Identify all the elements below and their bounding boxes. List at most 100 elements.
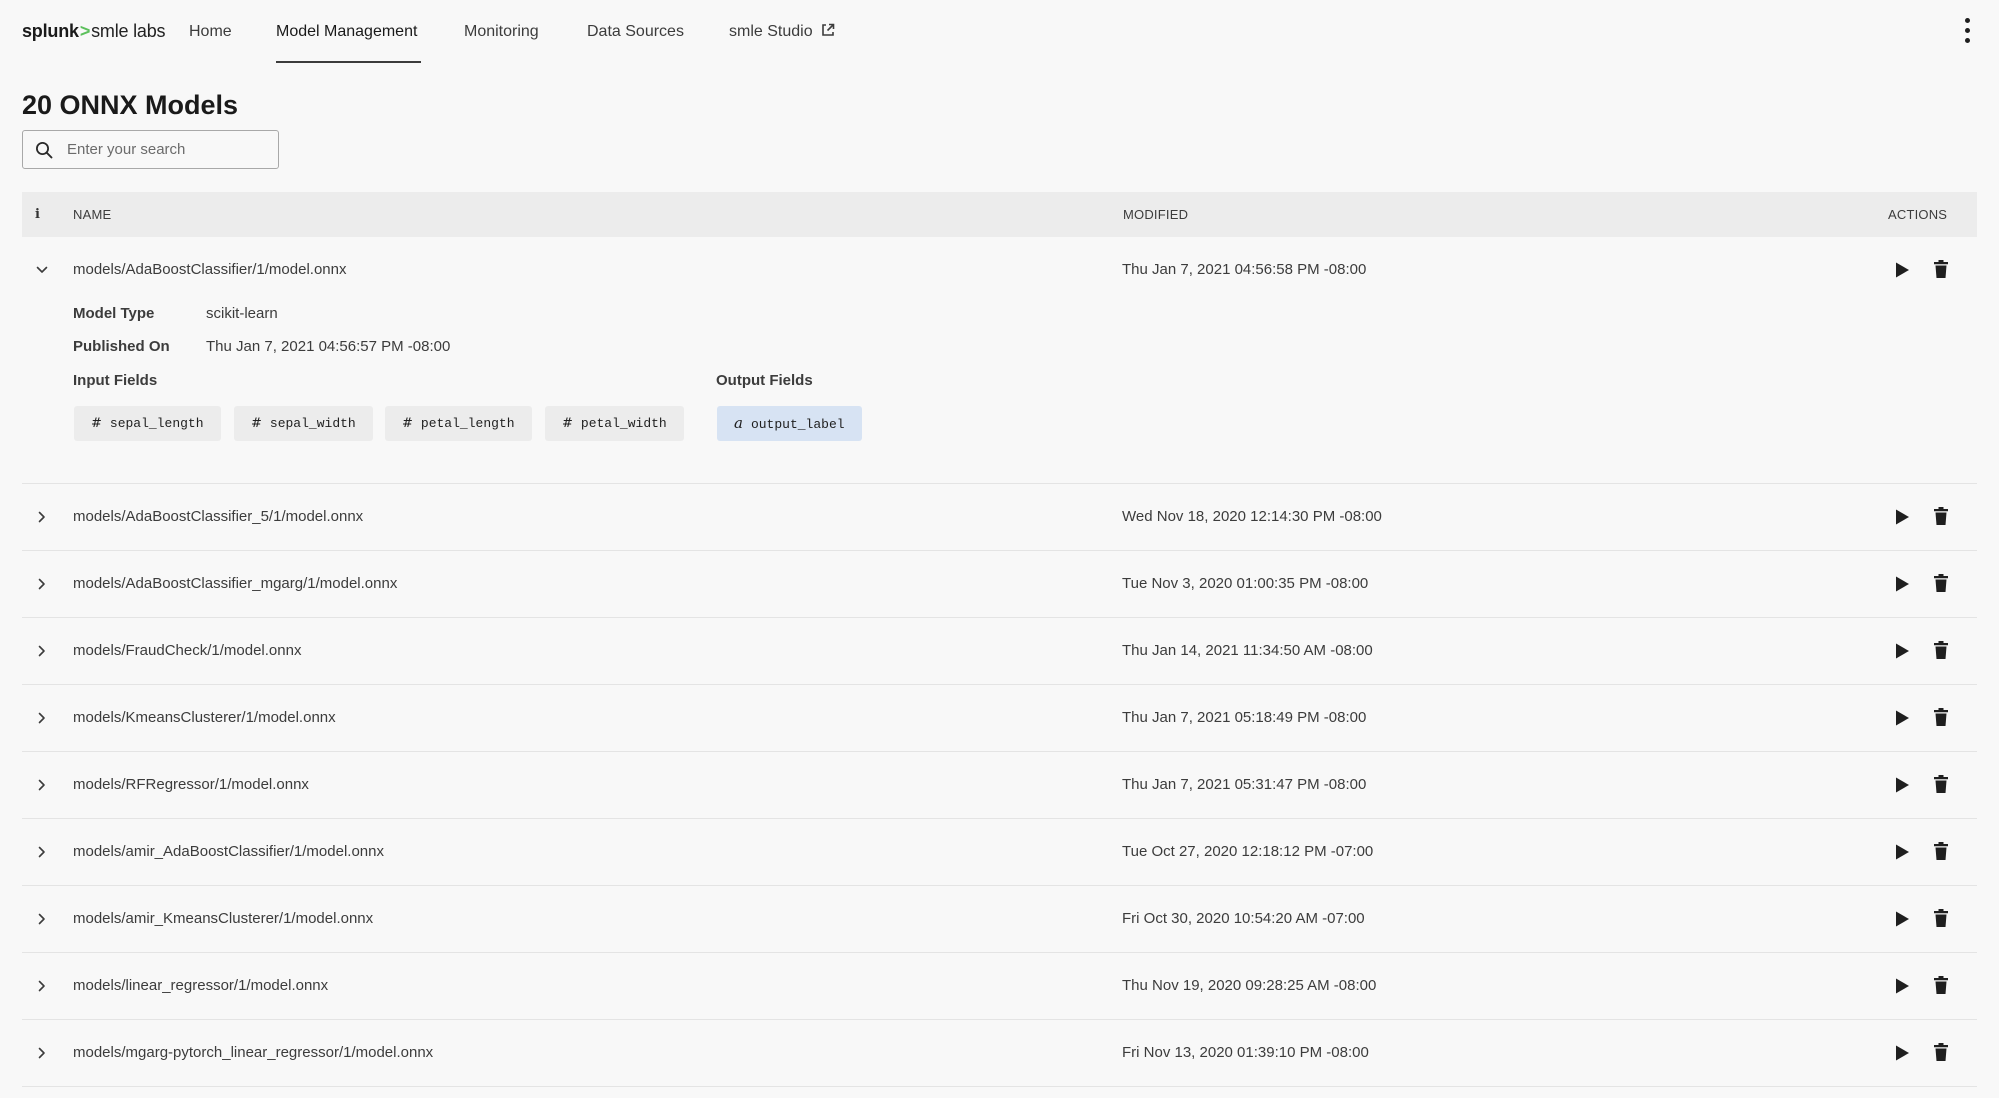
tab-home-label: Home [189,23,232,40]
info-icon[interactable]: i [35,207,45,223]
trash-icon[interactable] [1933,1042,1949,1062]
model-name: models/amir_AdaBoostClassifier/1/model.o… [73,843,384,860]
play-icon[interactable] [1892,507,1912,527]
trash-icon[interactable] [1933,908,1949,928]
table-row: models/AdaBoostClassifier_5/1/model.onnx… [22,484,1977,551]
model-modified: Fri Oct 30, 2020 10:54:20 AM -07:00 [1122,910,1365,927]
chevron-down-icon[interactable] [33,261,51,279]
chevron-right-icon[interactable] [33,508,51,526]
table-row: models/FraudCheck/1/model.onnx Thu Jan 1… [22,618,1977,685]
model-modified: Wed Nov 18, 2020 12:14:30 PM -08:00 [1122,508,1382,525]
chevron-right-icon[interactable] [33,575,51,593]
model-modified: Thu Jan 7, 2021 04:56:58 PM -08:00 [1122,261,1367,278]
play-icon[interactable] [1892,976,1912,996]
trash-icon[interactable] [1933,774,1949,794]
tab-data-sources[interactable]: Data Sources [587,0,684,64]
model-modified: Thu Jan 7, 2021 05:18:49 PM -08:00 [1122,709,1367,726]
search-icon [36,142,53,159]
published-on-value: Thu Jan 7, 2021 04:56:57 PM -08:00 [206,338,451,355]
model-name: models/mgarg-pytorch_linear_regressor/1/… [73,1044,434,1061]
chevron-right-icon[interactable] [33,776,51,794]
search-box[interactable] [22,130,279,169]
models-table: i NAME MODIFIED ACTIONS models/AdaBoostC… [22,192,1977,1087]
external-link-icon [822,23,835,36]
chevron-right-icon[interactable] [33,642,51,660]
play-icon[interactable] [1892,775,1912,795]
play-icon[interactable] [1892,260,1912,280]
table-header: i NAME MODIFIED ACTIONS [22,192,1977,237]
top-navigation-bar: splunk>smle labs Home Model Management M… [0,0,1999,64]
column-header-modified[interactable]: MODIFIED [1123,192,1188,237]
chevron-right-icon[interactable] [33,709,51,727]
page-title: 20 ONNX Models [22,90,239,120]
input-field-chip: # petal_length [385,406,532,441]
output-field-name: output_label [750,417,845,432]
model-name: models/amir_KmeansClusterer/1/model.onnx [73,910,374,927]
model-name: models/KmeansClusterer/1/model.onnx [73,709,336,726]
numeric-field-icon: # [91,416,102,431]
tab-data-sources-label: Data Sources [587,23,684,40]
output-field-chip: a output_label [717,406,862,441]
trash-icon[interactable] [1933,259,1949,279]
play-icon[interactable] [1892,1043,1912,1063]
model-modified: Fri Nov 13, 2020 01:39:10 PM -08:00 [1122,1044,1369,1061]
table-row: models/linear_regressor/1/model.onnx Thu… [22,953,1977,1020]
tab-monitoring[interactable]: Monitoring [464,0,539,64]
input-field-name: petal_width [580,416,667,431]
input-field-chip: # sepal_width [234,406,373,441]
input-field-chip: # petal_width [545,406,684,441]
brand-name: splunk [22,21,79,41]
model-name: models/RFRegressor/1/model.onnx [73,776,309,793]
model-modified: Tue Nov 3, 2020 01:00:35 PM -08:00 [1122,575,1369,592]
play-icon[interactable] [1892,842,1912,862]
numeric-field-icon: # [562,416,573,431]
model-modified: Thu Jan 14, 2021 11:34:50 AM -08:00 [1122,642,1373,659]
chevron-right-icon[interactable] [33,1044,51,1062]
chevron-right-icon[interactable] [33,977,51,995]
brand-separator: > [79,21,91,41]
trash-icon[interactable] [1933,707,1949,727]
trash-icon[interactable] [1933,506,1949,526]
table-row: models/amir_KmeansClusterer/1/model.onnx… [22,886,1977,953]
chevron-right-icon[interactable] [33,910,51,928]
tab-model-management[interactable]: Model Management [276,0,421,64]
tab-monitoring-label: Monitoring [464,23,539,40]
model-modified: Tue Oct 27, 2020 12:18:12 PM -07:00 [1122,843,1374,860]
trash-icon[interactable] [1933,975,1949,995]
string-field-icon: a [734,414,743,432]
trash-icon[interactable] [1933,640,1949,660]
input-fields-heading: Input Fields [73,372,158,389]
published-on-label: Published On [73,338,170,355]
tab-smle-studio-label: smle Studio [729,23,813,40]
model-name: models/linear_regressor/1/model.onnx [73,977,329,994]
play-icon[interactable] [1892,641,1912,661]
brand-product: smle labs [91,21,166,41]
table-row: models/AdaBoostClassifier_mgarg/1/model.… [22,551,1977,618]
column-header-name[interactable]: NAME [73,192,111,237]
input-field-name: petal_length [420,416,515,431]
input-field-chip: # sepal_length [74,406,221,441]
kebab-menu-icon[interactable] [1958,16,1978,46]
play-icon[interactable] [1892,909,1912,929]
brand-logo[interactable]: splunk>smle labs [22,20,166,42]
numeric-field-icon: # [251,416,262,431]
trash-icon[interactable] [1933,573,1949,593]
model-name: models/AdaBoostClassifier_5/1/model.onnx [73,508,364,525]
output-fields-heading: Output Fields [716,372,813,389]
chevron-right-icon[interactable] [33,843,51,861]
model-name: models/FraudCheck/1/model.onnx [73,642,302,659]
play-icon[interactable] [1892,574,1912,594]
trash-icon[interactable] [1933,841,1949,861]
search-input[interactable] [67,131,272,168]
model-modified: Thu Jan 7, 2021 05:31:47 PM -08:00 [1122,776,1367,793]
table-row: models/mgarg-pytorch_linear_regressor/1/… [22,1020,1977,1087]
model-name: models/AdaBoostClassifier_mgarg/1/model.… [73,575,398,592]
table-row: models/amir_AdaBoostClassifier/1/model.o… [22,819,1977,886]
tab-model-management-label: Model Management [276,23,418,40]
play-icon[interactable] [1892,708,1912,728]
table-row: models/RFRegressor/1/model.onnx Thu Jan … [22,752,1977,819]
model-type-label: Model Type [73,305,155,322]
tab-smle-studio[interactable]: smle Studio [729,0,835,64]
tab-home[interactable]: Home [189,0,232,64]
input-field-name: sepal_width [269,416,356,431]
